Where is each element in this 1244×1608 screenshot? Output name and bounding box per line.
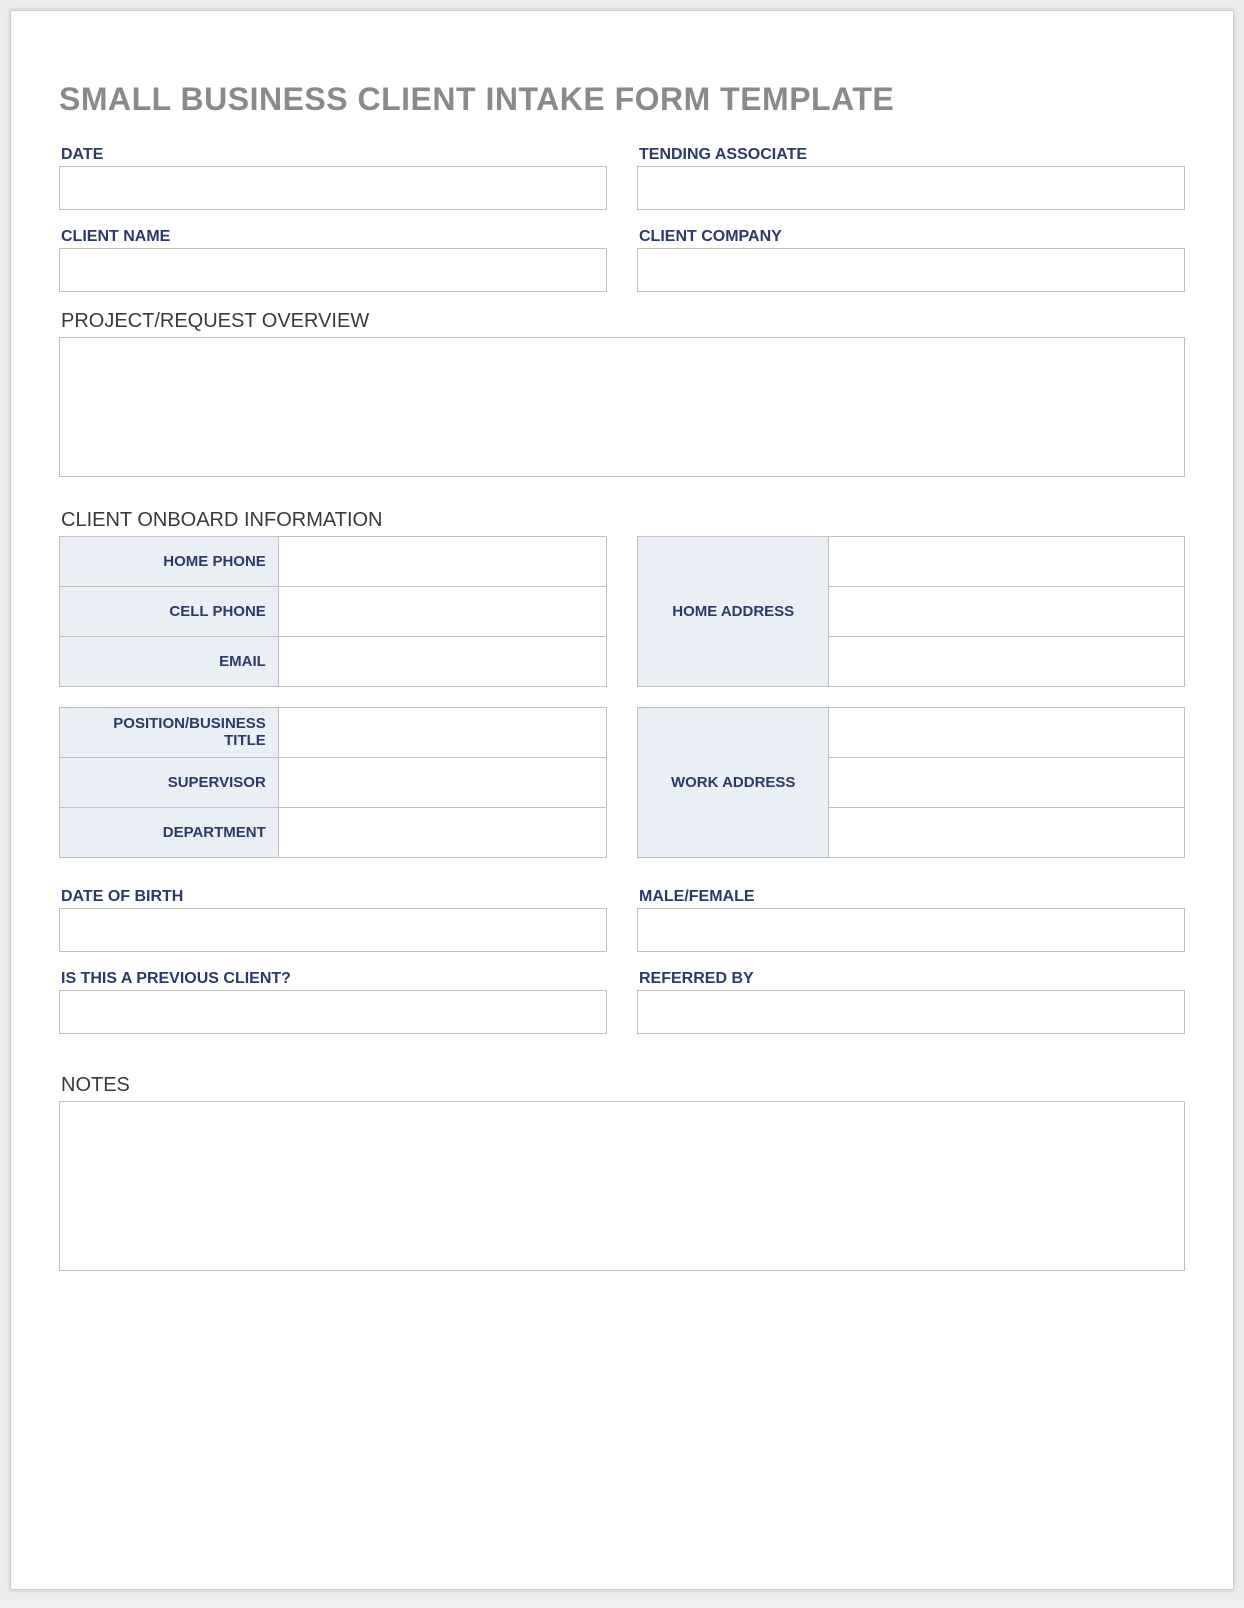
notes-input[interactable]: [59, 1101, 1185, 1271]
home-phone-label: HOME PHONE: [60, 537, 279, 587]
email-input[interactable]: [291, 638, 594, 686]
row-client-name-company: CLIENT NAME CLIENT COMPANY: [59, 228, 1185, 292]
position-label: POSITION/BUSINESS TITLE: [60, 708, 279, 758]
work-address-line1-input[interactable]: [841, 709, 1172, 757]
tending-associate-input[interactable]: [637, 166, 1185, 210]
date-label: DATE: [61, 146, 607, 164]
gender-label: MALE/FEMALE: [639, 888, 1185, 906]
department-label: DEPARTMENT: [60, 808, 279, 858]
personal-contact-table: HOME PHONE CELL PHONE EMAIL: [59, 536, 607, 687]
row-prev-referred: IS THIS A PREVIOUS CLIENT? REFERRED BY: [59, 970, 1185, 1034]
department-input[interactable]: [291, 809, 594, 857]
dob-input[interactable]: [59, 908, 607, 952]
supervisor-label: SUPERVISOR: [60, 758, 279, 808]
previous-client-label: IS THIS A PREVIOUS CLIENT?: [61, 970, 607, 988]
work-address-label: WORK ADDRESS: [638, 708, 829, 858]
home-address-table: HOME ADDRESS: [637, 536, 1185, 687]
onboard-block-personal: HOME PHONE CELL PHONE EMAIL: [59, 536, 1185, 687]
intake-form-page: SMALL BUSINESS CLIENT INTAKE FORM TEMPLA…: [10, 10, 1234, 1590]
work-address-line2-input[interactable]: [841, 759, 1172, 807]
client-name-input[interactable]: [59, 248, 607, 292]
date-input[interactable]: [59, 166, 607, 210]
referred-by-label: REFERRED BY: [639, 970, 1185, 988]
row-date-associate: DATE TENDING ASSOCIATE: [59, 146, 1185, 210]
email-label: EMAIL: [60, 637, 279, 687]
supervisor-input[interactable]: [291, 759, 594, 807]
project-overview-input[interactable]: [59, 337, 1185, 477]
page-title: SMALL BUSINESS CLIENT INTAKE FORM TEMPLA…: [59, 81, 1193, 118]
previous-client-input[interactable]: [59, 990, 607, 1034]
home-address-line2-input[interactable]: [841, 588, 1172, 636]
client-company-label: CLIENT COMPANY: [639, 228, 1185, 246]
position-input[interactable]: [291, 709, 594, 757]
onboard-block-work: POSITION/BUSINESS TITLE SUPERVISOR DEPAR…: [59, 707, 1185, 858]
row-dob-gender: DATE OF BIRTH MALE/FEMALE: [59, 888, 1185, 952]
home-phone-input[interactable]: [291, 538, 594, 586]
client-onboard-label: CLIENT ONBOARD INFORMATION: [61, 509, 1193, 532]
home-address-line3-input[interactable]: [841, 638, 1172, 686]
client-company-input[interactable]: [637, 248, 1185, 292]
work-info-table: POSITION/BUSINESS TITLE SUPERVISOR DEPAR…: [59, 707, 607, 858]
work-address-line3-input[interactable]: [841, 809, 1172, 857]
notes-label: NOTES: [61, 1074, 1193, 1097]
home-address-line1-input[interactable]: [841, 538, 1172, 586]
tending-associate-label: TENDING ASSOCIATE: [639, 146, 1185, 164]
dob-label: DATE OF BIRTH: [61, 888, 607, 906]
gender-input[interactable]: [637, 908, 1185, 952]
project-overview-label: PROJECT/REQUEST OVERVIEW: [61, 310, 1193, 333]
home-address-label: HOME ADDRESS: [638, 537, 829, 687]
client-name-label: CLIENT NAME: [61, 228, 607, 246]
cell-phone-label: CELL PHONE: [60, 587, 279, 637]
referred-by-input[interactable]: [637, 990, 1185, 1034]
work-address-table: WORK ADDRESS: [637, 707, 1185, 858]
cell-phone-input[interactable]: [291, 588, 594, 636]
